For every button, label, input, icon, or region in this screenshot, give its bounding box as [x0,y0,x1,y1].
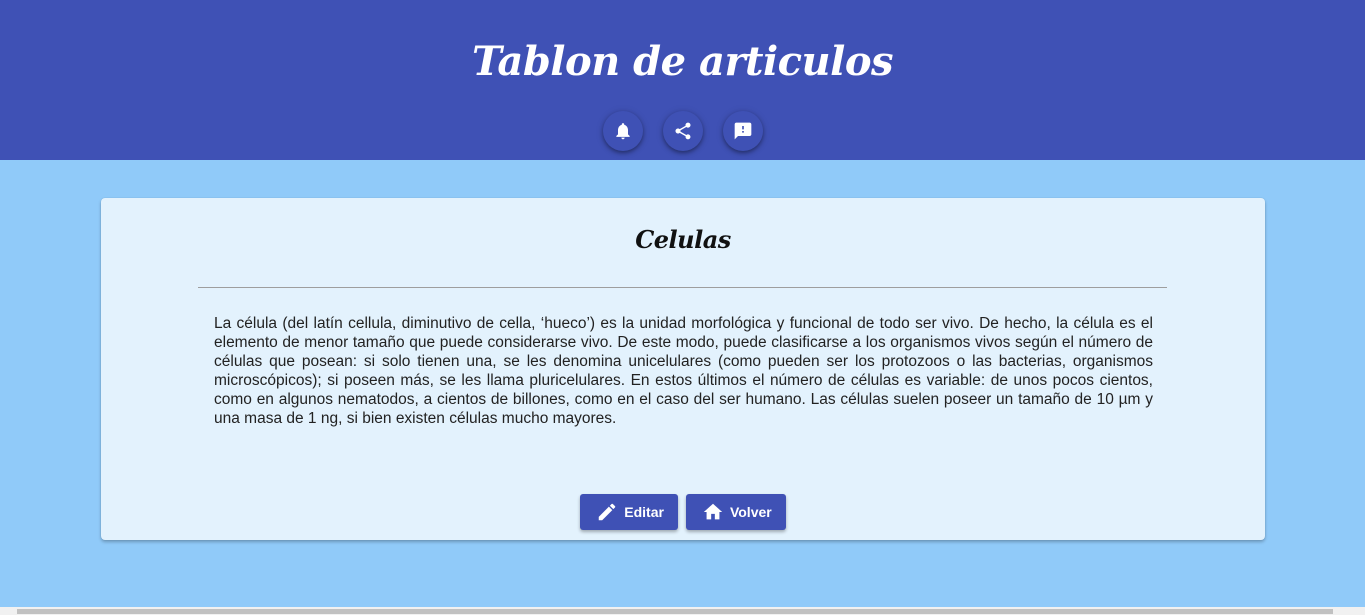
app-header: Tablon de articulos [0,0,1365,160]
pencil-icon [599,503,616,521]
article-body: La célula (del latín cellula, diminutivo… [214,315,1153,427]
back-button-label: Volver [729,504,772,520]
bell-icon [615,123,630,140]
share-icon [675,122,690,140]
edit-button-label: Editar [624,504,664,520]
page-title: Tablon de articulos [471,38,894,85]
divider [198,287,1167,288]
article-title: Celulas [635,225,731,254]
header-actions [0,111,1365,151]
notifications-button[interactable] [602,111,643,151]
feedback-button[interactable] [722,111,763,151]
article-card: Celulas La célula (del latín cellula, di… [101,198,1265,540]
share-button[interactable] [662,111,703,151]
edit-button[interactable]: Editar [580,494,678,530]
horizontal-scrollbar[interactable] [0,607,1365,615]
feedback-icon [734,122,751,140]
home-icon [703,503,723,520]
card-actions: Editar Volver [101,494,1265,530]
back-button[interactable]: Volver [685,494,786,530]
scrollbar-thumb[interactable] [17,609,1333,614]
